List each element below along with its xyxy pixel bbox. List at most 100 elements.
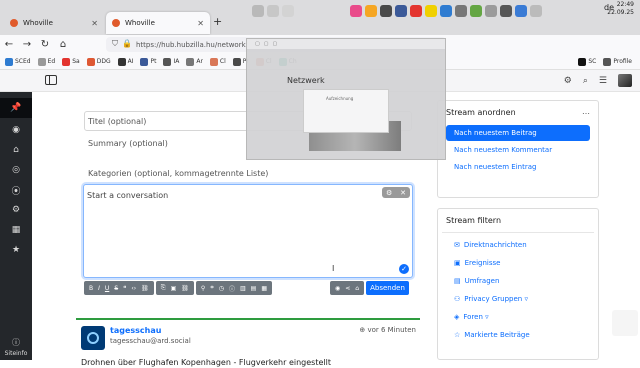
tray-app-icon[interactable] (440, 5, 452, 17)
sidebar-item-settings[interactable]: ⚙ (0, 200, 32, 220)
search-icon[interactable]: ⌕ (583, 76, 588, 86)
tagesschau-logo-icon[interactable] (81, 326, 105, 350)
close-tab-icon[interactable]: ✕ (91, 19, 98, 28)
tray-app-icon[interactable] (455, 5, 467, 17)
overlay-title: Netzwerk (287, 76, 325, 85)
chart-icon[interactable]: ▤ (251, 285, 257, 292)
tray-app-icon[interactable] (470, 5, 482, 17)
tray-app-icon[interactable] (500, 5, 512, 17)
location-icon[interactable]: ⚲ (201, 285, 205, 292)
sidebar-toggle-icon[interactable] (45, 75, 57, 85)
tray-app-icon[interactable] (410, 5, 422, 17)
channels-icon: ⦿ (11, 186, 21, 197)
siteinfo-link[interactable]: ⓘ Siteinfo (0, 337, 32, 357)
new-tab-icon[interactable]: + (213, 15, 222, 28)
info-icon[interactable]: ⓘ (229, 284, 235, 293)
floating-window-preview[interactable]: ▢ ▢ ▢ Netzwerk Aufzeichnung (246, 38, 446, 160)
filter-privacy-groups[interactable]: ⚇ Privacy Gruppen ▿ (438, 290, 598, 308)
tray-app-icon[interactable] (380, 5, 392, 17)
link-icon[interactable]: ⛓ (141, 285, 149, 292)
url-text[interactable]: https://hub.hubzilla.hu/network (136, 41, 246, 49)
tray-app-icon[interactable] (252, 5, 264, 17)
pin-icon: 📌 (10, 103, 22, 113)
settings-icon[interactable]: ⚙ (564, 76, 572, 86)
close-icon[interactable]: ✕ (400, 189, 406, 197)
preview-eye-icon[interactable]: ◉ (335, 285, 340, 292)
sort-newest-post[interactable]: Nach neuestem Beitrag (446, 125, 590, 141)
italic-icon[interactable]: I (98, 285, 100, 292)
filter-forums[interactable]: ◈ Foren ▿ (438, 308, 598, 326)
bookmark-item[interactable]: AI (117, 57, 133, 66)
forward-icon[interactable]: → (18, 39, 36, 50)
browser-tab-active[interactable]: Whoville ✕ (106, 12, 210, 34)
code-icon[interactable]: ‹› (131, 285, 136, 292)
sidebar-item-pin[interactable]: 📌 (0, 98, 32, 118)
categories-field[interactable]: Kategorien (optional, kommagetrennte Lis… (84, 163, 412, 183)
filter-starred-posts[interactable]: ☆ Markierte Beiträge (438, 326, 598, 344)
more-icon[interactable]: … (582, 107, 590, 116)
tray-app-icon[interactable] (350, 5, 362, 17)
sidebar-item-profile[interactable]: ◉ (0, 120, 32, 140)
tray-app-icon[interactable] (395, 5, 407, 17)
bookmark-item[interactable]: Cl (209, 57, 226, 66)
sidebar-item-home[interactable]: ⌂ (0, 140, 32, 160)
stream-filter-panel: Stream filtern ✉ Direktnachrichten ▣ Ereig… (437, 208, 599, 360)
back-icon[interactable]: ← (0, 39, 18, 50)
calendar-icon[interactable]: ▦ (261, 285, 267, 292)
avatar[interactable] (618, 74, 632, 87)
quote-icon[interactable]: ❝ (123, 285, 126, 292)
grid-icon: ▦ (11, 225, 21, 235)
sort-newest-entry[interactable]: Nach neuestem Eintrag (446, 159, 590, 175)
bookmark-item[interactable]: Ed (37, 57, 55, 66)
post-body-placeholder: Start a conversation (87, 191, 169, 200)
embed-link-icon[interactable]: ⛓ (181, 285, 189, 292)
scroll-to-top-button[interactable] (612, 310, 638, 336)
bookmark-item[interactable]: Ar (186, 57, 203, 66)
bookmark-item[interactable]: Profile (603, 57, 632, 66)
underline-icon[interactable]: U (105, 285, 109, 292)
tray-app-icon[interactable] (485, 5, 497, 17)
post-author[interactable]: tagesschau (110, 326, 161, 335)
bookmark-item[interactable]: SC (578, 57, 596, 66)
sort-newest-comment[interactable]: Nach neuestem Kommentar (446, 142, 590, 158)
browser-tab[interactable]: Whoville ✕ (4, 12, 104, 34)
tag-icon[interactable]: ⌗ (210, 284, 213, 292)
shield-icon[interactable]: ⛉ (112, 39, 118, 49)
bookmark-item[interactable]: Pt (140, 57, 156, 66)
tray-app-icon[interactable] (530, 5, 542, 17)
tray-app-icon[interactable] (267, 5, 279, 17)
filter-direct-messages[interactable]: ✉ Direktnachrichten (438, 236, 598, 254)
post-body-editor[interactable]: Start a conversation ⚙ ✕ ✓ (83, 184, 413, 278)
gear-icon[interactable]: ⚙ (386, 189, 392, 197)
bookmark-item[interactable]: Sa (62, 57, 80, 66)
sidebar-item-channels[interactable]: ⦿ (0, 180, 32, 200)
tray-app-icon[interactable] (365, 5, 377, 17)
bookmark-item[interactable]: SCEd (5, 57, 31, 66)
sidebar-item-apps[interactable]: ▦ (0, 220, 32, 240)
filter-polls[interactable]: ▤ Umfragen (438, 272, 598, 290)
bold-icon[interactable]: B (89, 285, 93, 292)
lock-icon[interactable]: ⌂ (355, 285, 359, 292)
strikethrough-icon[interactable]: S (114, 285, 118, 292)
sidebar-item-starred[interactable]: ★ (0, 240, 32, 260)
poll-icon[interactable]: ▥ (240, 285, 246, 292)
tray-app-icon[interactable] (425, 5, 437, 17)
share-icon[interactable]: ⋖ (345, 285, 350, 292)
editor-options-pill[interactable]: ⚙ ✕ (382, 187, 410, 198)
apps-menu-icon[interactable]: ☰ (599, 76, 607, 86)
clock-icon[interactable]: ◷ (219, 285, 224, 292)
lock-icon[interactable]: 🔒 (122, 39, 132, 49)
bookmark-item[interactable]: IA (163, 57, 179, 66)
filter-events[interactable]: ▣ Ereignisse (438, 254, 598, 272)
bookmark-item[interactable]: DDG (86, 57, 111, 66)
submit-button[interactable]: Absenden (366, 281, 409, 295)
attachment-icon[interactable]: ⎘ (161, 284, 166, 292)
close-tab-icon[interactable]: ✕ (197, 19, 204, 28)
sidebar-item-network[interactable]: ◎ (0, 160, 32, 180)
reload-icon[interactable]: ↻ (36, 39, 54, 50)
home-icon[interactable]: ⌂ (54, 39, 72, 50)
post-handle: tagesschau@ard.social (110, 337, 191, 345)
image-icon[interactable]: ▣ (171, 285, 177, 292)
tray-app-icon[interactable] (282, 5, 294, 17)
tray-app-icon[interactable] (515, 5, 527, 17)
